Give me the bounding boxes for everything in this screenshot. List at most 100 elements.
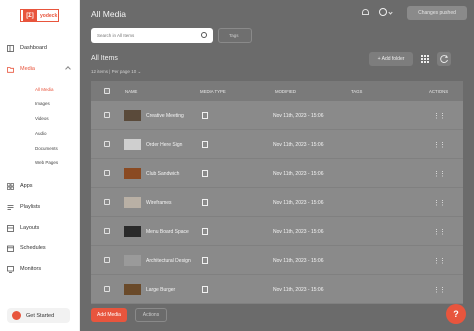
row-checkbox[interactable]: [104, 141, 110, 147]
table-row[interactable]: Menu Board Space Nov 11th, 2023 - 15:06 ⋮⋮: [91, 217, 463, 246]
modified-date: Nov 11th, 2023 - 15:06: [273, 171, 324, 177]
app-window: [Ʃ] yodeck Dashboard Media All Media Ima…: [0, 0, 474, 331]
media-table: NAME MEDIA TYPE MODIFIED TAGS ACTIONS Cr…: [91, 81, 463, 327]
table-row[interactable]: Wireframes Nov 11th, 2023 - 15:06 ⋮⋮: [91, 188, 463, 217]
playlist-icon: [7, 204, 14, 211]
sidebar-subitem-documents[interactable]: Documents: [35, 146, 58, 151]
add-media-button[interactable]: Add Media: [91, 308, 127, 322]
media-thumbnail[interactable]: [124, 284, 141, 295]
rocket-icon: [12, 311, 21, 320]
table-row[interactable]: Creative Meeting Nov 11th, 2023 - 15:06 ⋮⋮: [91, 101, 463, 130]
grid-view-icon[interactable]: [418, 52, 432, 66]
media-name[interactable]: Order Here Sign: [146, 142, 196, 148]
row-checkbox[interactable]: [104, 286, 110, 292]
sidebar-item-label: Schedules: [20, 245, 46, 251]
image-type-icon: [202, 257, 208, 264]
media-name[interactable]: Architectural Design: [146, 258, 196, 264]
table-row[interactable]: Club Sandwich Nov 11th, 2023 - 15:06 ⋮⋮: [91, 159, 463, 188]
table-row[interactable]: Architectural Design Nov 11th, 2023 - 15:…: [91, 246, 463, 275]
sidebar-item-layouts[interactable]: Layouts: [7, 221, 39, 235]
sidebar-item-label: Dashboard: [20, 45, 47, 51]
layout-icon: [7, 224, 14, 232]
table-row[interactable]: Large Burger Nov 11th, 2023 - 15:06 ⋮⋮: [91, 275, 463, 304]
image-type-icon: [202, 286, 208, 293]
add-folder-button[interactable]: + Add folder: [369, 52, 413, 66]
row-actions-icon[interactable]: ⋮⋮: [433, 286, 446, 294]
actions-button[interactable]: Actions: [135, 308, 167, 322]
monitor-icon: [7, 265, 14, 273]
media-thumbnail[interactable]: [124, 197, 141, 208]
sidebar-subitem-videos[interactable]: Videos: [35, 116, 49, 121]
logo-word: yodeck: [40, 12, 58, 19]
broadcast-icon[interactable]: [362, 9, 369, 15]
get-started-button[interactable]: Get Started: [7, 308, 70, 323]
sidebar-item-label: Playlists: [20, 204, 41, 210]
row-checkbox[interactable]: [104, 199, 110, 205]
sidebar-subitem-all-media[interactable]: All Media: [35, 87, 54, 92]
modified-date: Nov 11th, 2023 - 15:06: [273, 287, 324, 293]
sidebar-subitem-audio[interactable]: Audio: [35, 131, 47, 136]
bottom-bar: Add Media Actions ?: [80, 304, 474, 331]
row-actions-icon[interactable]: ⋮⋮: [433, 257, 446, 265]
sidebar-item-dashboard[interactable]: Dashboard: [7, 41, 47, 55]
sidebar-subitem-images[interactable]: Images: [35, 101, 50, 106]
folder-icon: [7, 66, 14, 73]
media-thumbnail[interactable]: [124, 168, 141, 179]
image-type-icon: [202, 199, 208, 206]
item-count[interactable]: 12 items | Per page 10 ⌄: [91, 69, 141, 75]
changes-pushed-button[interactable]: Changes pushed: [407, 6, 467, 20]
column-media-type[interactable]: MEDIA TYPE: [200, 89, 226, 94]
page-title: All Media: [91, 9, 126, 19]
table-header: NAME MEDIA TYPE MODIFIED TAGS ACTIONS: [91, 81, 463, 101]
tags-filter[interactable]: Tags: [218, 28, 252, 43]
column-modified[interactable]: MODIFIED: [275, 89, 296, 94]
row-actions-icon[interactable]: ⋮⋮: [433, 170, 446, 178]
search-input[interactable]: [91, 28, 213, 43]
row-checkbox[interactable]: [104, 228, 110, 234]
media-thumbnail[interactable]: [124, 255, 141, 266]
sidebar-item-monitors[interactable]: Monitors: [7, 262, 41, 276]
media-name[interactable]: Menu Board Space: [146, 229, 196, 235]
row-checkbox[interactable]: [104, 170, 110, 176]
media-thumbnail[interactable]: [124, 226, 141, 237]
row-checkbox[interactable]: [104, 257, 110, 263]
media-name[interactable]: Large Burger: [146, 287, 196, 293]
sidebar-item-label: Media: [20, 66, 35, 72]
select-all-checkbox[interactable]: [104, 88, 110, 94]
table-row[interactable]: Order Here Sign Nov 11th, 2023 - 15:06 ⋮⋮: [91, 130, 463, 159]
sidebar-subitem-web-pages[interactable]: Web Pages: [35, 160, 58, 165]
help-button[interactable]: ?: [446, 304, 466, 324]
row-checkbox[interactable]: [104, 112, 110, 118]
logo-mark: [Ʃ]: [23, 10, 37, 21]
sidebar: [Ʃ] yodeck Dashboard Media All Media Ima…: [0, 0, 80, 331]
filter-bar: Tags: [80, 26, 474, 46]
search-icon[interactable]: [201, 32, 207, 38]
row-actions-icon[interactable]: ⋮⋮: [433, 141, 446, 149]
apps-icon: [7, 182, 14, 190]
media-name[interactable]: Creative Meeting: [146, 113, 196, 119]
row-actions-icon[interactable]: ⋮⋮: [433, 112, 446, 120]
image-type-icon: [202, 112, 208, 119]
chevron-down-icon[interactable]: [388, 10, 393, 15]
media-thumbnail[interactable]: [124, 110, 141, 121]
image-type-icon: [202, 170, 208, 177]
modified-date: Nov 11th, 2023 - 15:06: [273, 142, 324, 148]
sidebar-item-playlists[interactable]: Playlists: [7, 200, 40, 214]
top-bar: All Media Changes pushed: [80, 0, 474, 26]
row-actions-icon[interactable]: ⋮⋮: [433, 199, 446, 207]
sidebar-item-label: Apps: [20, 183, 33, 189]
row-actions-icon[interactable]: ⋮⋮: [433, 228, 446, 236]
media-thumbnail[interactable]: [124, 139, 141, 150]
user-avatar-icon[interactable]: [379, 8, 387, 16]
media-name[interactable]: Club Sandwich: [146, 171, 196, 177]
chevron-up-icon[interactable]: [65, 66, 71, 72]
sidebar-item-schedules[interactable]: Schedules: [7, 241, 46, 255]
sidebar-item-apps[interactable]: Apps: [7, 179, 33, 193]
column-actions: ACTIONS: [429, 89, 449, 94]
yodeck-logo[interactable]: [Ʃ] yodeck: [20, 9, 59, 22]
media-name[interactable]: Wireframes: [146, 200, 196, 206]
calendar-icon: [7, 245, 14, 252]
column-name[interactable]: NAME: [125, 89, 137, 94]
refresh-icon[interactable]: [437, 52, 451, 66]
sidebar-item-media[interactable]: Media: [7, 62, 35, 76]
